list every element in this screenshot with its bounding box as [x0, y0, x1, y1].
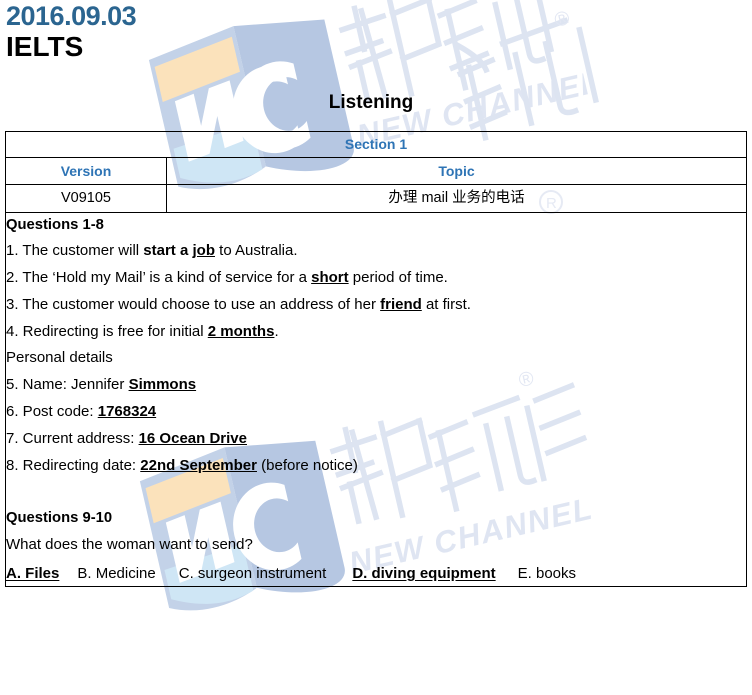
question-7-answer: 16 Ocean Drive	[138, 429, 247, 447]
question-6-answer: 1768324	[97, 403, 157, 421]
exam-date: 2016.09.03	[6, 1, 137, 31]
question-8-number: 8.	[6, 456, 19, 474]
question-item-3: 3. The customer would choose to use an a…	[6, 295, 746, 314]
version-value: V09105	[5, 183, 167, 213]
column-header-version: Version	[5, 156, 167, 185]
question-6-pre: Post code:	[18, 403, 98, 421]
exam-name: IELTS	[6, 31, 84, 63]
question-5-answer: Simmons	[128, 376, 197, 394]
question-2-pre: The ‘Hold my Mail’ is a kind of service …	[18, 269, 312, 287]
option-d[interactable]: D. diving equipment	[352, 566, 495, 582]
question-1-answer: job	[192, 242, 215, 260]
question-3-answer: friend	[380, 295, 422, 313]
table-row-values: V09105 办理 mail 业务的电话	[5, 183, 747, 213]
question-4-pre: Redirecting is free for initial	[18, 322, 208, 340]
question-5-number: 5.	[6, 376, 19, 394]
topic-value: 办理 mail 业务的电话	[166, 183, 747, 213]
question-2-post: period of time.	[348, 269, 448, 287]
question-4-number: 4.	[6, 322, 19, 340]
question-5-pre: Name: Jennifer	[18, 376, 129, 394]
question-7-pre: Current address:	[18, 429, 139, 447]
page-title: Listening	[328, 91, 414, 113]
option-a[interactable]: A. Files	[6, 566, 59, 582]
option-c[interactable]: C. surgeon instrument	[179, 566, 327, 582]
questions-body: Questions 1-8 1. The customer will start…	[5, 211, 747, 587]
question-3-post: at first.	[421, 295, 471, 313]
question-item-4: 4. Redirecting is free for initial 2 mon…	[6, 322, 746, 341]
question-8-pre: Redirecting date:	[18, 456, 141, 474]
question-item-1: 1. The customer will start a job to Aust…	[6, 242, 746, 260]
table-row-section: Section 1	[5, 130, 747, 158]
question-2-number: 2.	[6, 269, 19, 287]
question-1-number: 1.	[6, 242, 19, 260]
question-item-5: 5. Name: Jennifer Simmons	[6, 376, 746, 394]
questions-1-8-heading: Questions 1-8	[6, 216, 104, 233]
question-8-post: (before notice)	[256, 456, 358, 474]
question-8-answer: 22nd September	[140, 456, 257, 474]
question-item-7: 7. Current address: 16 Ocean Drive	[6, 429, 746, 448]
question-3-pre: The customer would choose to use an addr…	[18, 295, 381, 313]
section-label: Section 1	[5, 130, 747, 158]
exam-table: Section 1 Version Topic V09105 办理 mail 业…	[5, 130, 747, 587]
question-2-answer: short	[311, 269, 349, 287]
question-item-6: 6. Post code: 1768324	[6, 403, 746, 421]
question-4-answer: 2 months	[207, 322, 275, 340]
question-item-2: 2. The ‘Hold my Mail’ is a kind of servi…	[6, 269, 746, 287]
question-item-8: 8. Redirecting date: 22nd September (bef…	[6, 456, 746, 475]
personal-details-label: Personal details	[6, 349, 113, 367]
question-3-number: 3.	[6, 295, 19, 313]
option-e[interactable]: E. books	[518, 566, 576, 582]
question-6-number: 6.	[6, 403, 19, 421]
answer-options-row: A. Files B. Medicine C. surgeon instrument…	[6, 566, 746, 582]
question-1-post: to Australia.	[214, 242, 298, 260]
question-1-pre: The customer will	[18, 242, 144, 260]
column-header-topic: Topic	[166, 156, 747, 185]
question-4-post: .	[274, 322, 279, 340]
questions-9-10-prompt: What does the woman want to send?	[6, 535, 253, 553]
option-b[interactable]: B. Medicine	[77, 566, 155, 582]
table-row-headers: Version Topic	[5, 156, 747, 185]
question-1-emphasis: start a	[143, 242, 193, 260]
table-row-body: Questions 1-8 1. The customer will start…	[5, 211, 747, 587]
questions-9-10-heading: Questions 9-10	[6, 510, 113, 527]
question-7-number: 7.	[6, 429, 19, 447]
document-header: 2016.09.03 IELTS	[0, 0, 752, 62]
